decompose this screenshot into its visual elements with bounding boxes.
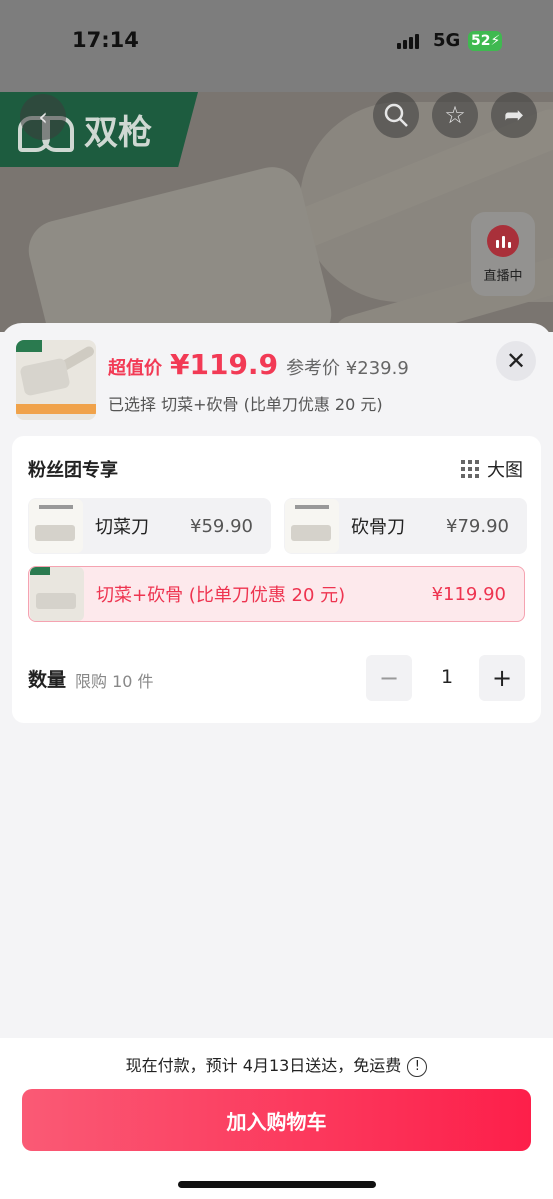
price-row: 超值价 ¥119.9 参考价 ¥239.9: [108, 348, 409, 381]
thumb-logo: [16, 340, 42, 352]
quantity-label: 数量: [28, 669, 67, 691]
option-name: 砍骨刀: [351, 517, 405, 538]
chevron-left-icon: ‹: [38, 103, 48, 131]
favorite-button[interactable]: ☆: [432, 92, 478, 138]
reference-price: 参考价 ¥239.9: [286, 358, 409, 379]
share-icon: ➦: [503, 101, 525, 129]
option-vegetable-knife[interactable]: 切菜刀 ¥59.90: [28, 498, 271, 554]
delivery-info: 现在付款，预计 4月13日送达，免运费!: [0, 1052, 553, 1077]
option-price: ¥119.90: [431, 583, 506, 605]
live-icon: [487, 224, 519, 257]
quantity-increase-button[interactable]: +: [479, 655, 525, 701]
option-thumbnail: [30, 567, 84, 621]
close-icon: ✕: [505, 347, 527, 375]
status-time: 17:14: [72, 28, 139, 52]
status-bar: 17:14 5G 52 ⚡: [0, 0, 553, 92]
selected-summary: 已选择 切菜+砍骨 (比单刀优惠 20 元): [108, 395, 383, 414]
option-combo-set[interactable]: 切菜+砍骨 (比单刀优惠 20 元) ¥119.90: [28, 566, 525, 622]
quantity-decrease-button[interactable]: −: [366, 655, 412, 701]
minus-icon: −: [378, 664, 400, 692]
option-thumbnail: [285, 499, 339, 553]
signal-icon: [397, 34, 419, 49]
live-button[interactable]: 直播中: [471, 212, 535, 296]
quantity-limit: 限购 10 件: [75, 672, 154, 691]
search-button[interactable]: [373, 92, 419, 138]
option-price: ¥79.90: [446, 515, 509, 537]
battery-level: 52: [471, 33, 491, 49]
thumb-promo-bar: [16, 404, 96, 414]
option-bone-knife[interactable]: 砍骨刀 ¥79.90: [284, 498, 527, 554]
plus-icon: +: [491, 664, 513, 692]
back-button[interactable]: ‹: [20, 94, 66, 140]
options-title: 粉丝团专享: [28, 460, 118, 481]
thumb-blade: [19, 357, 71, 397]
option-name: 切菜刀: [95, 517, 149, 538]
delivery-text: 现在付款，预计 4月13日送达，免运费: [125, 1056, 402, 1075]
search-icon: [384, 103, 408, 127]
live-label: 直播中: [483, 268, 523, 284]
product-hero-image: 双枪 ‹ ☆ ➦ 直播中: [0, 92, 553, 332]
network-label: 5G: [433, 30, 461, 51]
star-icon: ☆: [444, 101, 466, 129]
big-picture-toggle[interactable]: 大图: [461, 456, 523, 482]
quantity-value[interactable]: 1: [432, 666, 462, 688]
option-thumbnail: [29, 499, 83, 553]
price-label: 超值价: [108, 358, 162, 379]
hero-knife-blade: [22, 160, 338, 332]
battery-icon: 52 ⚡: [468, 31, 502, 51]
info-icon[interactable]: !: [407, 1056, 428, 1077]
share-button[interactable]: ➦: [491, 92, 537, 138]
home-indicator: [178, 1181, 376, 1188]
product-thumbnail[interactable]: [16, 340, 96, 420]
option-name: 切菜+砍骨 (比单刀优惠 20 元): [96, 585, 346, 606]
grid-icon: [461, 460, 479, 478]
options-card: 粉丝团专享 大图 切菜刀 ¥59.90 砍骨刀 ¥79.90 切菜+砍骨 (比单…: [12, 436, 541, 723]
close-button[interactable]: ✕: [496, 341, 536, 381]
option-price: ¥59.90: [190, 515, 253, 537]
price-value: ¥119.9: [170, 348, 279, 381]
footer: 现在付款，预计 4月13日送达，免运费! 加入购物车: [0, 1038, 553, 1199]
add-to-cart-button[interactable]: 加入购物车: [22, 1089, 531, 1151]
big-picture-label: 大图: [487, 460, 523, 481]
brand-name: 双枪: [84, 113, 152, 153]
